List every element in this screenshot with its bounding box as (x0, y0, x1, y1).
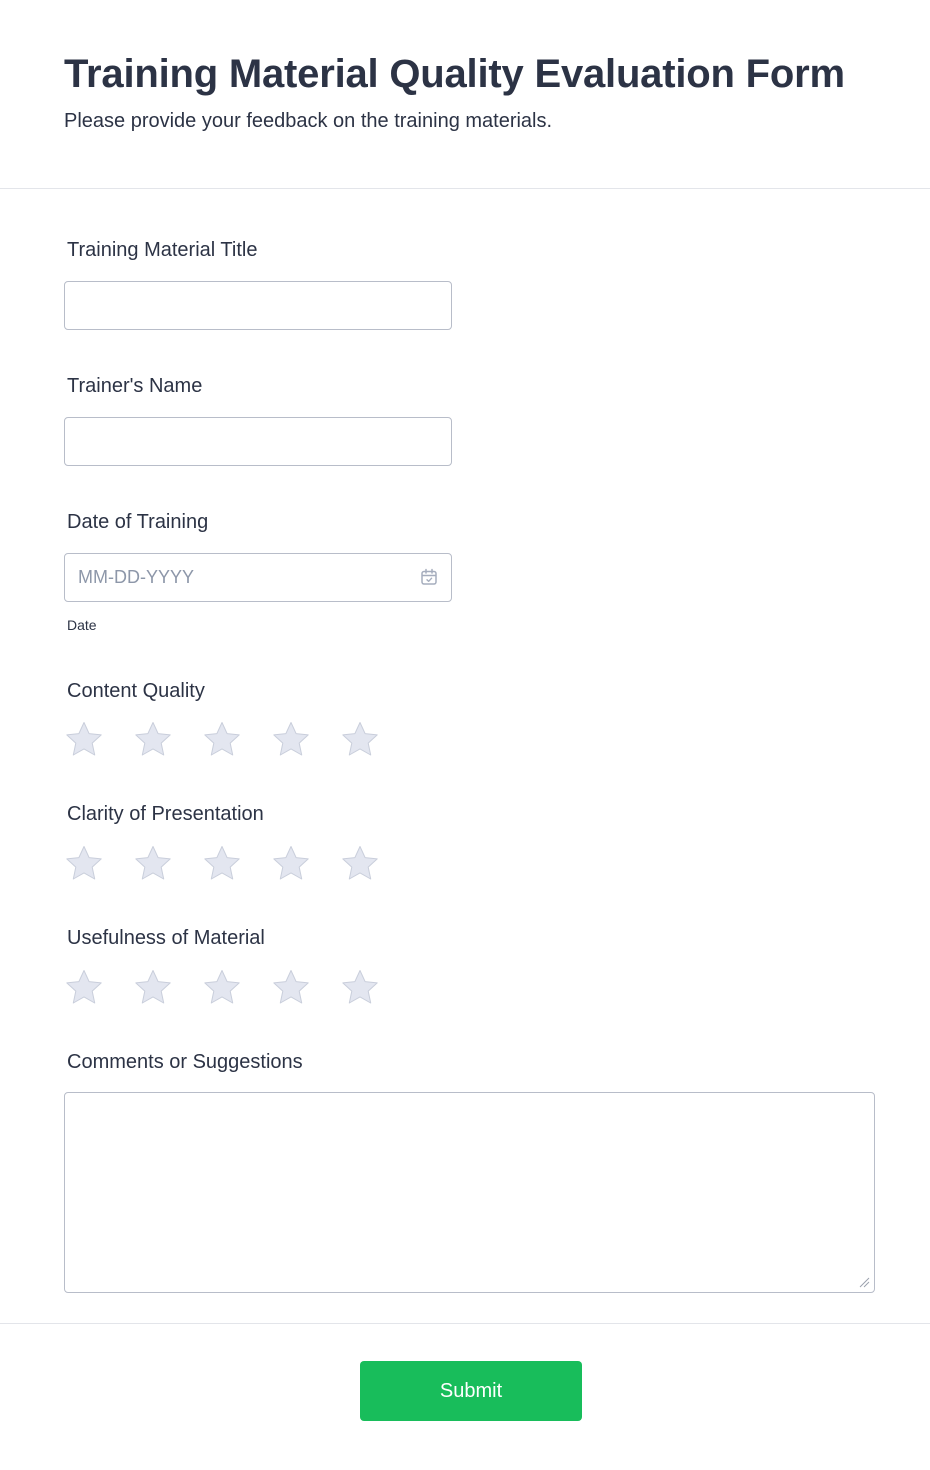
usefulness-label: Usefulness of Material (67, 927, 265, 949)
form-title: Training Material Quality Evaluation For… (64, 52, 845, 96)
star-icon[interactable] (133, 720, 173, 760)
comments-label: Comments or Suggestions (67, 1051, 303, 1073)
star-icon[interactable] (271, 968, 311, 1008)
date-field (64, 553, 452, 602)
form-subtitle: Please provide your feedback on the trai… (64, 110, 553, 132)
star-icon[interactable] (202, 968, 242, 1008)
trainer-name-label: Trainer's Name (67, 375, 203, 397)
clarity-label: Clarity of Presentation (67, 803, 264, 825)
star-icon[interactable] (133, 968, 173, 1008)
form-page: Training Material Quality Evaluation For… (0, 0, 930, 1470)
calendar-icon[interactable] (420, 568, 438, 586)
resize-handle-icon[interactable] (858, 1276, 870, 1288)
star-icon[interactable] (340, 968, 380, 1008)
date-input[interactable] (64, 553, 452, 602)
star-icon[interactable] (64, 968, 104, 1008)
date-label: Date of Training (67, 511, 209, 533)
star-icon[interactable] (64, 844, 104, 884)
star-icon[interactable] (64, 720, 104, 760)
star-icon[interactable] (202, 720, 242, 760)
material-title-label: Training Material Title (67, 239, 258, 261)
comments-textarea[interactable] (64, 1092, 875, 1293)
submit-button[interactable]: Submit (360, 1361, 582, 1421)
star-icon[interactable] (271, 720, 311, 760)
star-icon[interactable] (202, 844, 242, 884)
trainer-name-input[interactable] (64, 417, 452, 466)
content-quality-label: Content Quality (67, 680, 205, 702)
star-icon[interactable] (133, 844, 173, 884)
star-icon[interactable] (340, 844, 380, 884)
star-icon[interactable] (271, 844, 311, 884)
material-title-input[interactable] (64, 281, 452, 330)
form-header: Training Material Quality Evaluation For… (0, 0, 930, 189)
star-icon[interactable] (340, 720, 380, 760)
date-sublabel: Date (67, 617, 97, 633)
